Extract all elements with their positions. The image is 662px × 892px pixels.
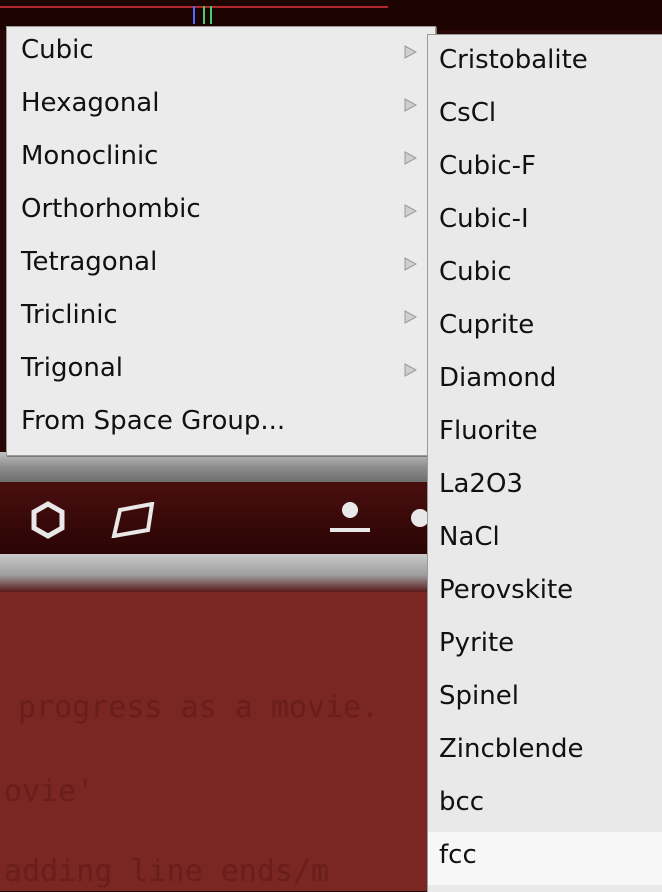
submenu-item-label: Zincblende: [439, 734, 584, 764]
submenu-item-label: CsCl: [439, 98, 497, 128]
submenu-item-label: fcc: [439, 840, 477, 870]
submenu-arrow-icon: [404, 98, 417, 112]
submenu-item-label: Diamond: [439, 363, 557, 393]
app-content: progress as a movie. ovie' adding line e…: [0, 592, 430, 891]
app-tick-marker: [210, 6, 212, 24]
submenu-item-label: Cubic: [439, 257, 512, 287]
submenu-item-spinel[interactable]: Spinel: [428, 673, 662, 726]
submenu-item-label: Cubic-F: [439, 151, 536, 181]
menu-item-label: Orthorhombic: [21, 194, 201, 224]
submenu-item-label: NaCl: [439, 522, 500, 552]
submenu-item-label: Cubic-I: [439, 204, 529, 234]
submenu-item-cubic-i[interactable]: Cubic-I: [428, 196, 662, 249]
cubic-submenu: Cristobalite CsCl Cubic-F Cubic-I Cubic …: [427, 34, 662, 892]
submenu-item-bcc[interactable]: bcc: [428, 779, 662, 832]
app-separator: [0, 452, 430, 482]
submenu-item-cubic-f[interactable]: Cubic-F: [428, 143, 662, 196]
submenu-item-label: La2O3: [439, 469, 523, 499]
menu-item-hexagonal[interactable]: Hexagonal: [7, 80, 435, 133]
crystal-system-menu: Cubic Hexagonal Monoclinic Orthorhombic …: [6, 26, 436, 456]
submenu-item-cscl[interactable]: CsCl: [428, 90, 662, 143]
submenu-item-perovskite[interactable]: Perovskite: [428, 567, 662, 620]
app-tick-marker: [203, 6, 205, 24]
submenu-item-diamond[interactable]: Diamond: [428, 355, 662, 408]
submenu-arrow-icon: [404, 151, 417, 165]
submenu-item-label: Perovskite: [439, 575, 574, 605]
submenu-item-cristobalite[interactable]: Cristobalite: [428, 37, 662, 90]
submenu-item-cubic[interactable]: Cubic: [428, 249, 662, 302]
submenu-item-label: Cristobalite: [439, 45, 588, 75]
menu-item-label: Hexagonal: [21, 88, 160, 118]
submenu-item-label: Fluorite: [439, 416, 538, 446]
submenu-arrow-icon: [404, 45, 417, 59]
menu-item-label: Triclinic: [21, 300, 118, 330]
hexagon-icon[interactable]: [28, 500, 68, 544]
submenu-item-label: Spinel: [439, 681, 519, 711]
submenu-item-label: bcc: [439, 787, 485, 817]
submenu-arrow-icon: [404, 363, 417, 377]
menu-item-label: Tetragonal: [21, 247, 158, 277]
menu-item-triclinic[interactable]: Triclinic: [7, 292, 435, 345]
submenu-item-cuprite[interactable]: Cuprite: [428, 302, 662, 355]
submenu-arrow-icon: [404, 204, 417, 218]
menu-item-label: Cubic: [21, 35, 94, 65]
submenu-item-label: Cuprite: [439, 310, 535, 340]
person-icon[interactable]: [328, 498, 372, 542]
menu-item-orthorhombic[interactable]: Orthorhombic: [7, 186, 435, 239]
menu-item-monoclinic[interactable]: Monoclinic: [7, 133, 435, 186]
submenu-arrow-icon: [404, 310, 417, 324]
submenu-item-nacl[interactable]: NaCl: [428, 514, 662, 567]
menu-item-label: From Space Group...: [21, 406, 286, 436]
submenu-item-pyrite[interactable]: Pyrite: [428, 620, 662, 673]
submenu-item-fcc[interactable]: fcc: [428, 832, 662, 885]
app-separator: [0, 554, 430, 592]
submenu-item-la2o3[interactable]: La2O3: [428, 461, 662, 514]
app-tick-marker: [193, 6, 195, 24]
menu-item-tetragonal[interactable]: Tetragonal: [7, 239, 435, 292]
menu-item-trigonal[interactable]: Trigonal: [7, 345, 435, 398]
app-toolbar: [0, 482, 430, 554]
menu-item-label: Trigonal: [21, 353, 124, 383]
background-text: adding line ends/m: [4, 854, 330, 889]
background-text: progress as a movie.: [18, 690, 380, 725]
submenu-item-label: Pyrite: [439, 628, 515, 658]
menu-item-cubic[interactable]: Cubic: [7, 27, 435, 80]
submenu-arrow-icon: [404, 257, 417, 271]
submenu-item-zincblende[interactable]: Zincblende: [428, 726, 662, 779]
submenu-item-fluorite[interactable]: Fluorite: [428, 408, 662, 461]
plane-icon[interactable]: [110, 501, 158, 542]
menu-item-label: Monoclinic: [21, 141, 159, 171]
background-text: ovie': [4, 774, 95, 809]
menu-item-from-space-group[interactable]: From Space Group...: [7, 398, 435, 451]
